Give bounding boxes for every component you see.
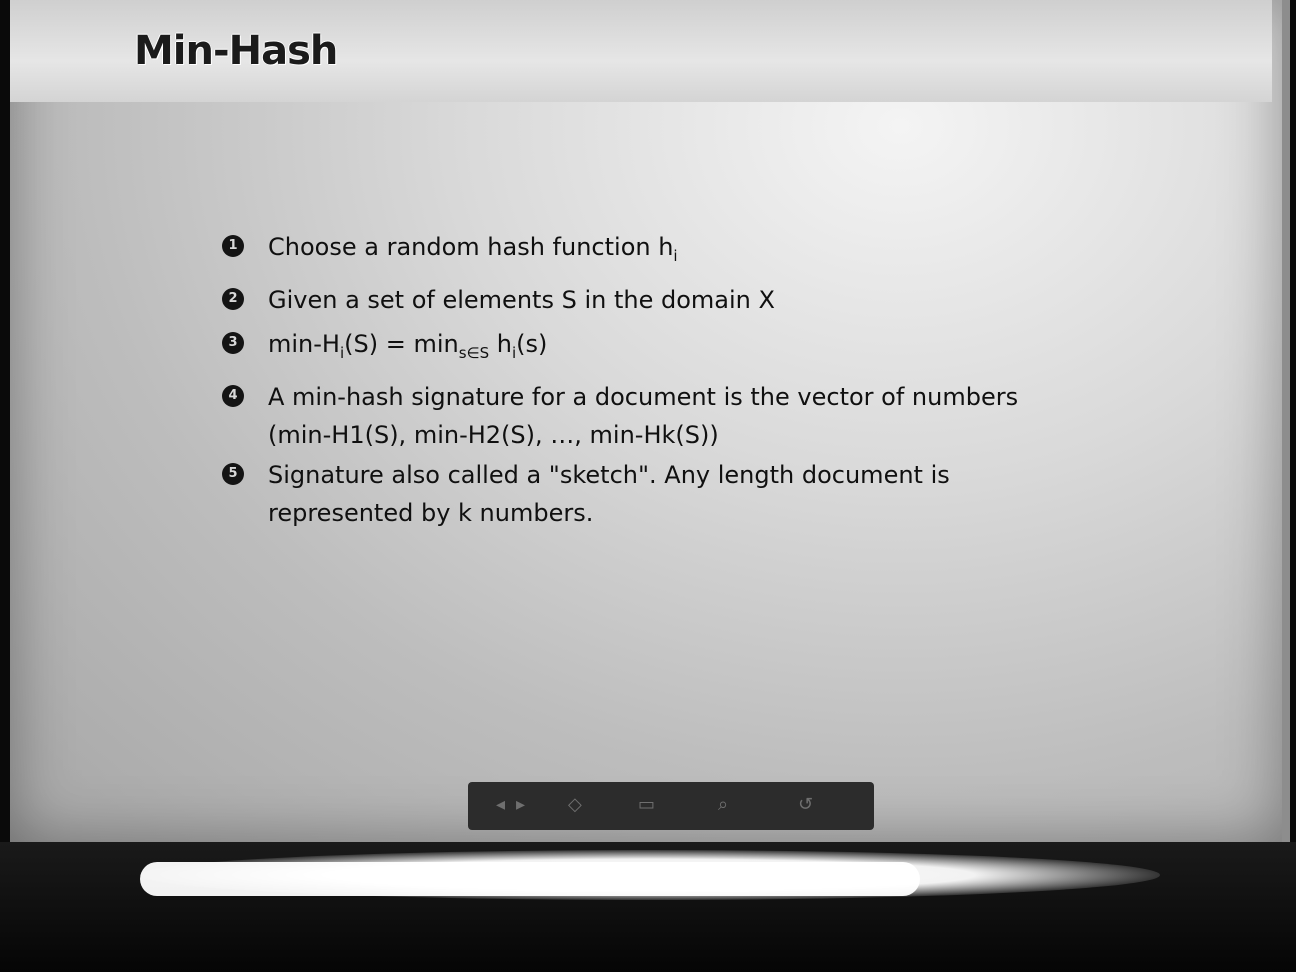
bullet-item: 3 min-Hi(S) = mins∈S hi(s): [222, 325, 1062, 372]
formula-part: (s): [516, 329, 548, 358]
bullet-text: Given a set of elements S in the domain …: [268, 285, 775, 314]
bullet-item: 1 Choose a random hash function hi: [222, 228, 1062, 275]
arrow-left-icon[interactable]: ◂: [496, 796, 505, 814]
light-glare-core: [140, 862, 920, 896]
photo-scene: Min-Hash 1 Choose a random hash function…: [0, 0, 1296, 972]
arrow-right-icon[interactable]: ▸: [516, 796, 525, 814]
bullet-number-badge: 5: [222, 462, 244, 485]
formula-subscript: s∈S: [458, 343, 490, 362]
slide-title: Min-Hash: [134, 28, 338, 74]
formula-part: (S) = min: [344, 329, 459, 358]
slide-navigation-bar: ◂ ▸ ◇ ▭ ⌕ ↺: [468, 782, 874, 830]
bullet-text-line1: Signature also called a "sketch". Any le…: [268, 460, 950, 489]
section-icon[interactable]: ▭: [638, 796, 655, 814]
formula-part: min-H: [268, 329, 340, 358]
bullet-item: 4 A min-hash signature for a document is…: [222, 378, 1062, 454]
bullet-number-badge: 2: [222, 287, 244, 310]
undo-icon[interactable]: ↺: [798, 796, 813, 814]
bullet-subscript: i: [673, 246, 678, 265]
search-icon[interactable]: ⌕: [718, 796, 728, 814]
bullet-text: Choose a random hash function h: [268, 233, 674, 261]
bullet-text-line2: represented by k numbers.: [268, 498, 594, 527]
frame-icon[interactable]: ◇: [568, 796, 582, 814]
bullet-text-line2: (min-H1(S), min-H2(S), …, min-Hk(S)): [268, 420, 719, 449]
bullet-item: 5 Signature also called a "sketch". Any …: [222, 456, 1062, 532]
bullet-list: 1 Choose a random hash function hi 2 Giv…: [222, 228, 1062, 538]
bullet-number-badge: 4: [222, 384, 244, 407]
projector-screen: Min-Hash 1 Choose a random hash function…: [10, 0, 1290, 842]
bullet-text-line1: A min-hash signature for a document is t…: [268, 382, 1019, 411]
bullet-number-badge: 3: [222, 331, 244, 354]
bullet-item: 2 Given a set of elements S in the domai…: [222, 281, 1062, 319]
bullet-number-badge: 1: [222, 235, 244, 257]
formula-part: h: [489, 329, 512, 358]
